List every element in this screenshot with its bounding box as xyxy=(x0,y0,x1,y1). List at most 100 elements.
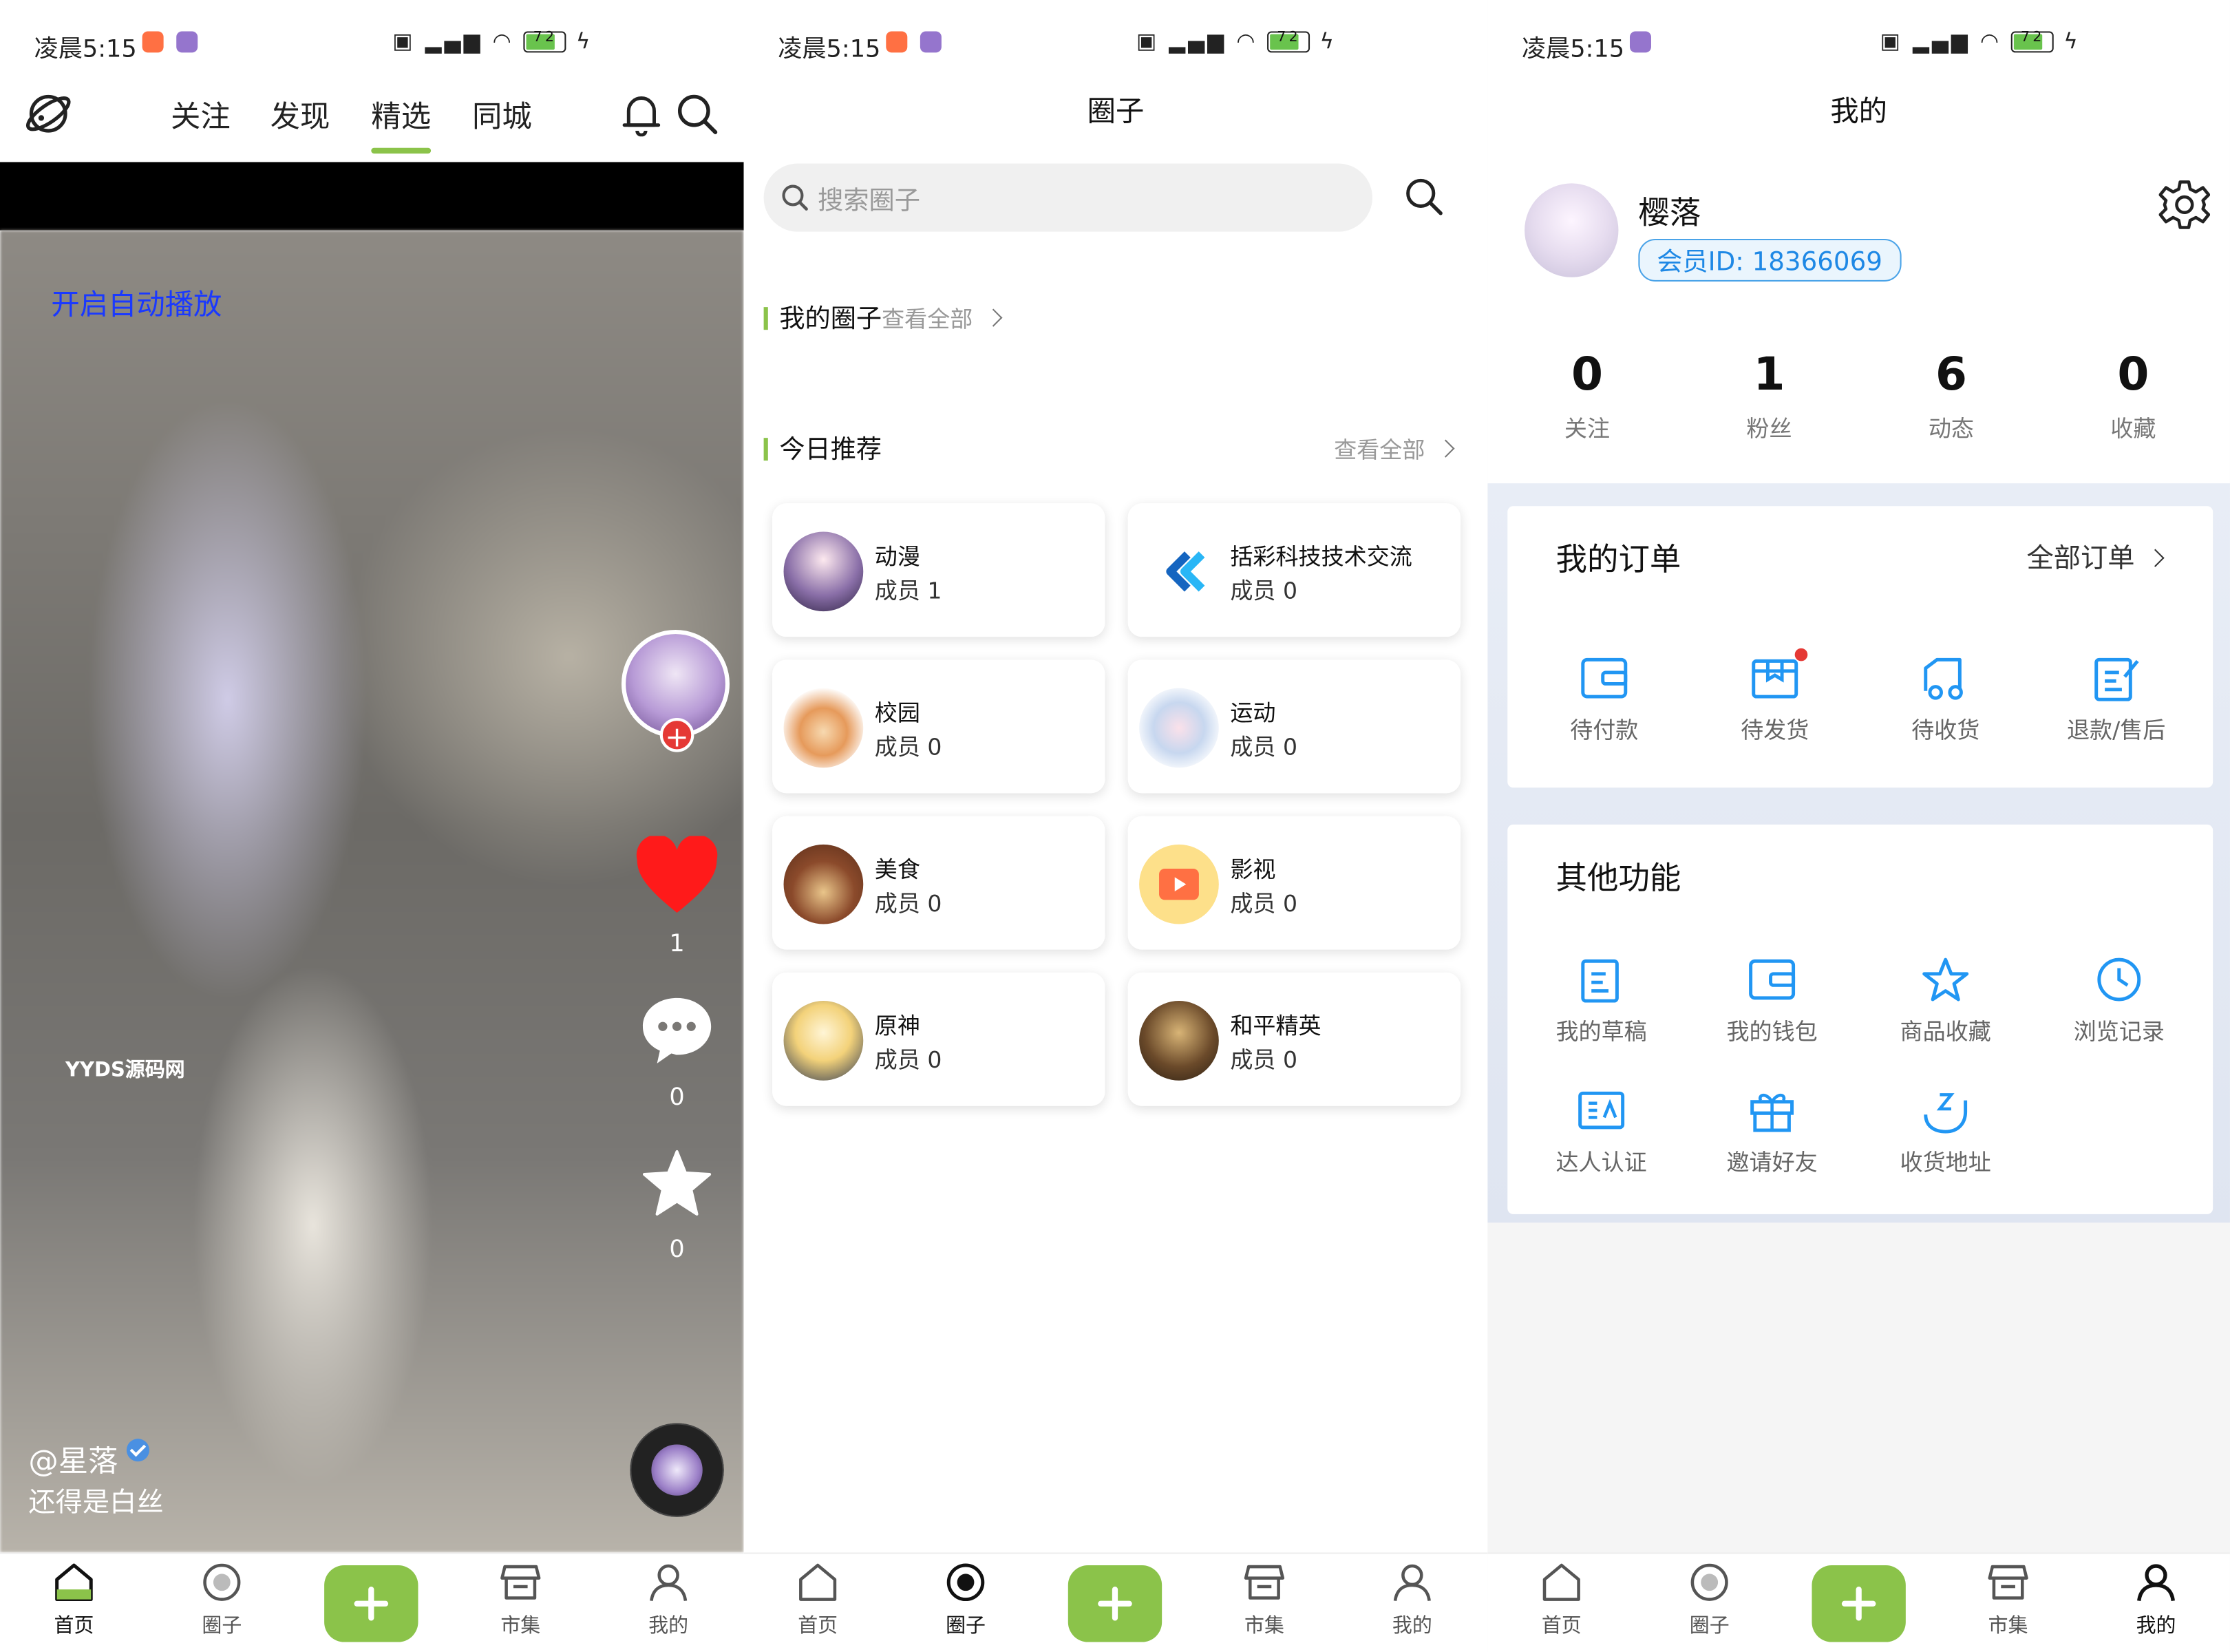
avatar[interactable] xyxy=(1525,183,1619,277)
status-time: 凌晨5:15 xyxy=(34,35,137,64)
circle-card-anime[interactable]: 动漫 成员 1 xyxy=(772,503,1105,637)
circle-card-tech[interactable]: 括彩科技技术交流 成员 0 xyxy=(1127,503,1461,637)
fn-product-favorites[interactable]: 商品收藏 xyxy=(1874,955,2017,1046)
nfc-icon: ▣ xyxy=(1136,28,1160,54)
search-button-icon[interactable] xyxy=(1403,176,1443,216)
battery-icon: 72 xyxy=(1267,30,1310,53)
wifi-icon: ◠ xyxy=(492,28,514,54)
star-icon[interactable] xyxy=(641,1149,712,1217)
nfc-icon: ▣ xyxy=(1880,28,1904,54)
circle-card-genshin[interactable]: 原神 成员 0 xyxy=(772,972,1105,1106)
tab-featured[interactable]: 精选 xyxy=(371,94,432,154)
like-count: 1 xyxy=(669,929,685,959)
circle-search-input[interactable]: 搜索圈子 xyxy=(763,163,1372,232)
nav-profile[interactable]: 我的 xyxy=(1370,1563,1455,1640)
today-rec-see-all[interactable]: 查看全部 xyxy=(1334,431,1455,465)
circle-card-sports[interactable]: 运动 成员 0 xyxy=(1127,659,1461,794)
order-pending-receipt[interactable]: 待收货 xyxy=(1874,654,2017,745)
circle-icon xyxy=(203,1563,241,1601)
planet-logo-icon[interactable] xyxy=(23,88,74,139)
my-circles-see-all[interactable]: 查看全部 xyxy=(882,306,973,332)
nav-market[interactable]: 市集 xyxy=(1222,1563,1307,1640)
tab-nearby[interactable]: 同城 xyxy=(472,94,532,136)
nav-market[interactable]: 市集 xyxy=(1966,1563,2051,1640)
circle-card-pubg[interactable]: 和平精英 成员 0 xyxy=(1127,972,1461,1106)
tab-discover[interactable]: 发现 xyxy=(270,94,330,136)
signal-icon: ▂▄▆ xyxy=(425,28,483,54)
store-icon xyxy=(500,1565,541,1600)
double-chevron-logo-icon xyxy=(1166,551,1205,592)
nav-profile[interactable]: 我的 xyxy=(2114,1563,2199,1640)
watermark: YYDS源码网 xyxy=(65,1059,185,1082)
system-icons: ▣ ▂▄▆ ◠ 72 ϟ xyxy=(1136,28,1337,54)
charging-icon: ϟ xyxy=(2063,28,2081,54)
nav-circles[interactable]: 圈子 xyxy=(1667,1563,1752,1640)
wallet-icon xyxy=(1581,657,1628,699)
wifi-icon: ◠ xyxy=(1980,28,2002,54)
fn-history[interactable]: 浏览记录 xyxy=(2048,955,2190,1046)
create-post-button[interactable] xyxy=(324,1565,418,1642)
wallet-icon xyxy=(1749,959,1796,1000)
chevron-right-icon xyxy=(984,308,1003,327)
heart-icon[interactable] xyxy=(635,836,720,915)
today-rec-header: 今日推荐 xyxy=(763,430,882,467)
stat-posts[interactable]: 6 动态 xyxy=(1894,347,2008,443)
create-post-button[interactable] xyxy=(1068,1565,1162,1642)
author-name[interactable]: @星落 xyxy=(28,1439,149,1481)
stat-following[interactable]: 0 关注 xyxy=(1530,347,1644,443)
home-icon xyxy=(1542,1563,1580,1601)
nav-market[interactable]: 市集 xyxy=(478,1563,563,1640)
system-icons: ▣ ▂▄▆ ◠ 72 ϟ xyxy=(392,28,593,54)
circle-avatar xyxy=(1139,531,1219,612)
nav-circles[interactable]: 圈子 xyxy=(923,1563,1008,1640)
order-pending-shipment[interactable]: 待发货 xyxy=(1703,654,1846,745)
fn-invite-friends[interactable]: 邀请好友 xyxy=(1701,1086,1843,1177)
page-title: 圈子 xyxy=(1087,94,1145,128)
nav-profile[interactable]: 我的 xyxy=(626,1563,711,1640)
gift-icon xyxy=(1750,1093,1794,1132)
other-functions-card: 其他功能 我的草稿 我的钱包 商品收藏 浏览记录 达人认证 邀请好友 收货地址 xyxy=(1507,824,2213,1214)
notification-icon xyxy=(886,31,908,53)
autoplay-toggle[interactable]: 开启自动播放 xyxy=(51,282,222,323)
tab-follow[interactable]: 关注 xyxy=(171,94,231,136)
fn-shipping-address[interactable]: 收货地址 xyxy=(1874,1086,2017,1177)
circle-card-campus[interactable]: 校园 成员 0 xyxy=(772,659,1105,794)
circle-card-food[interactable]: 美食 成员 0 xyxy=(772,816,1105,950)
status-time: 凌晨5:15 xyxy=(1521,35,1625,64)
other-functions-title: 其他功能 xyxy=(1555,861,1681,898)
circles-screen: 凌晨5:15 ▣ ▂▄▆ ◠ 72 ϟ 圈子 搜索圈子 我的圈子查看全部 今日推… xyxy=(743,0,1488,1652)
truck-icon xyxy=(1924,657,1963,700)
nav-home[interactable]: 首页 xyxy=(775,1563,860,1640)
fn-creator-verify[interactable]: 达人认证 xyxy=(1530,1086,1672,1177)
comment-icon[interactable] xyxy=(640,995,714,1066)
gear-icon[interactable] xyxy=(2158,179,2211,230)
fn-drafts[interactable]: 我的草稿 xyxy=(1530,955,1672,1046)
notification-icon xyxy=(920,31,942,53)
nav-home[interactable]: 首页 xyxy=(31,1563,116,1640)
charging-icon: ϟ xyxy=(1319,28,1337,54)
video-letterbox xyxy=(0,162,744,231)
chevron-right-icon xyxy=(2146,549,2165,567)
fn-wallet[interactable]: 我的钱包 xyxy=(1701,955,1843,1046)
order-pending-payment[interactable]: 待付款 xyxy=(1533,654,1675,745)
order-refund[interactable]: 退款/售后 xyxy=(2045,654,2187,745)
location-hand-icon xyxy=(1924,1093,1968,1134)
music-disc[interactable] xyxy=(630,1423,724,1517)
nav-home[interactable]: 首页 xyxy=(1519,1563,1604,1640)
all-orders-link[interactable]: 全部订单 xyxy=(2026,538,2165,576)
system-icons: ▣ ▂▄▆ ◠ 72 ϟ xyxy=(1880,28,2081,54)
search-icon[interactable] xyxy=(674,91,719,136)
circle-icon xyxy=(946,1563,985,1602)
circle-card-movies[interactable]: 影视 成员 0 xyxy=(1127,816,1461,950)
bottom-nav: 首页 圈子 市集 我的 xyxy=(0,1552,744,1652)
bell-icon[interactable] xyxy=(620,91,663,137)
create-post-button[interactable] xyxy=(1812,1565,1906,1642)
follow-plus-button[interactable]: + xyxy=(659,718,694,752)
signal-icon: ▂▄▆ xyxy=(1169,28,1227,54)
draft-icon xyxy=(1581,959,1619,1003)
nav-circles[interactable]: 圈子 xyxy=(179,1563,264,1640)
video-player[interactable] xyxy=(0,230,744,1553)
stat-favorites[interactable]: 0 收藏 xyxy=(2077,347,2190,443)
stat-followers[interactable]: 1 粉丝 xyxy=(1712,347,1826,443)
circle-avatar xyxy=(1139,688,1219,768)
